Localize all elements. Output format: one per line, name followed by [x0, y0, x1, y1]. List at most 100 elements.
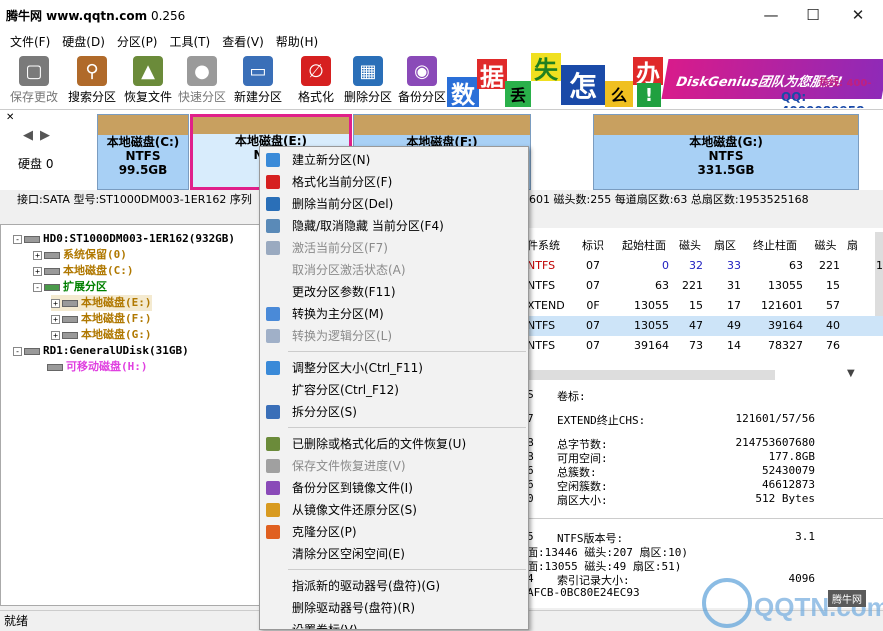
horizontal-scrollbar[interactable] [527, 370, 775, 380]
column-header[interactable]: 磁头 [811, 236, 840, 256]
table-cell: 14 [727, 339, 741, 352]
context-menu-item[interactable]: 设置卷标(V) [260, 619, 528, 629]
close-button[interactable]: ✕ [836, 0, 880, 30]
table-cell: 07 [586, 259, 600, 272]
scroll-right-icon[interactable]: ▼ [847, 368, 855, 379]
collapse-icon[interactable]: - [13, 346, 22, 356]
banner-char: 丢 [505, 81, 531, 107]
expand-icon[interactable]: + [51, 298, 60, 308]
context-menu-label: 备份分区到镜像文件(I) [292, 481, 413, 495]
expand-icon[interactable]: + [33, 266, 42, 276]
context-menu-item[interactable]: 删除驱动器号(盘符)(R) [260, 597, 528, 619]
disk-info-right: 601 磁头数:255 每道扇区数:63 总扇区数:1953525168 [529, 193, 809, 206]
table-row[interactable]: NTFS 07 39164 73 14 78327 76 [527, 336, 883, 356]
column-header[interactable]: 件系统 [527, 236, 567, 256]
column-header[interactable]: 终止柱面 [747, 236, 803, 256]
magnifier-icon: ⚲ [77, 56, 107, 86]
context-menu-label: 删除驱动器号(盘符)(R) [292, 601, 416, 615]
close-panel-icon[interactable]: ✕ [6, 112, 14, 123]
expand-icon[interactable]: + [51, 330, 60, 340]
context-menu-item[interactable]: 克隆分区(P) [260, 521, 528, 543]
toolbar-button-1[interactable]: ⚲ 搜索分区 [66, 56, 118, 106]
menu-disk[interactable]: 硬盘(D) [56, 33, 111, 50]
menu-bar: 文件(F) 硬盘(D) 分区(P) 工具(T) 查看(V) 帮助(H) [0, 30, 883, 52]
expand-icon[interactable]: + [51, 314, 60, 324]
quick-disk-icon: ● [187, 56, 217, 86]
toolbar-button-3[interactable]: ● 快速分区 [176, 56, 228, 106]
table-row[interactable]: XTEND 0F 13055 15 17 121601 57 [527, 296, 883, 316]
menu-partition[interactable]: 分区(P) [111, 33, 164, 50]
table-cell: NTFS [527, 259, 556, 272]
table-cell: 13055 [634, 319, 669, 332]
partition-bar-g[interactable]: 本地磁盘(G:) NTFS 331.5GB [593, 114, 859, 190]
partition-icon [62, 299, 78, 307]
context-menu-item[interactable]: 格式化当前分区(F) [260, 171, 528, 193]
tree-node-c[interactable]: + 本地磁盘(C:) [33, 263, 134, 279]
toolbar-button-4[interactable]: ▭ 新建分区 [232, 56, 284, 106]
detail-value: 46612873 [762, 478, 815, 491]
toolbar-button-5[interactable]: ∅ 格式化 [290, 56, 342, 106]
tree-node-e[interactable]: + 本地磁盘(E:) [51, 295, 152, 311]
context-menu-item[interactable]: 删除当前分区(Del) [260, 193, 528, 215]
maximize-button[interactable]: ☐ [791, 0, 835, 30]
context-menu-label: 转换为主分区(M) [292, 307, 384, 321]
toolbar-button-2[interactable]: ▲ 恢复文件 [122, 56, 174, 106]
toolbar-button-7[interactable]: ◉ 备份分区 [396, 56, 448, 106]
tree-node-system-reserved[interactable]: + 系统保留(0) [33, 247, 127, 263]
context-menu-item[interactable]: 隐藏/取消隐藏 当前分区(F4) [260, 215, 528, 237]
context-menu-item[interactable]: 保存文件恢复进度(V) [260, 455, 528, 477]
table-row[interactable]: NTFS 07 63 221 31 13055 15 [527, 276, 883, 296]
toolbar-button-0[interactable]: ▢ 保存更改 [8, 56, 60, 106]
menu-tools[interactable]: 工具(T) [164, 33, 217, 50]
context-menu-item[interactable]: 扩容分区(Ctrl_F12) [260, 379, 528, 401]
tree-node-hd0[interactable]: - HD0:ST1000DM003-1ER162(932GB) [13, 231, 235, 247]
context-menu-label: 建立新分区(N) [292, 153, 371, 167]
context-menu-item[interactable]: 调整分区大小(Ctrl_F11) [260, 357, 528, 379]
tree-node-extended[interactable]: - 扩展分区 [33, 279, 107, 295]
column-header[interactable]: 起始柱面 [619, 236, 669, 256]
column-header[interactable]: 扇 [847, 236, 883, 256]
tree-node-h[interactable]: 可移动磁盘(H:) [47, 359, 148, 375]
banner-ad[interactable]: 数 据 丢 失 怎 么 办 ! DiskGenius团队为您服务! 热线: 40… [447, 53, 883, 108]
new-partition-icon [266, 153, 280, 167]
toolbar-button-6[interactable]: ▦ 删除分区 [342, 56, 394, 106]
context-menu-item[interactable]: 激活当前分区(F7) [260, 237, 528, 259]
expand-icon[interactable]: + [33, 250, 42, 260]
table-cell: 39164 [634, 339, 669, 352]
menu-help[interactable]: 帮助(H) [270, 33, 324, 50]
column-header[interactable]: 扇区 [709, 236, 741, 256]
context-menu-item[interactable]: 转换为逻辑分区(L) [260, 325, 528, 347]
context-menu-item[interactable]: 更改分区参数(F11) [260, 281, 528, 303]
extended-partition-icon [44, 283, 60, 291]
context-menu-item[interactable]: 备份分区到镜像文件(I) [260, 477, 528, 499]
tree-node-f[interactable]: + 本地磁盘(F:) [51, 311, 152, 327]
table-cell: 39164 [768, 319, 803, 332]
toolbar-label: 搜索分区 [67, 90, 116, 104]
context-menu-item[interactable]: 拆分分区(S) [260, 401, 528, 423]
context-menu-item[interactable]: 从镜像文件还原分区(S) [260, 499, 528, 521]
menu-file[interactable]: 文件(F) [4, 33, 56, 50]
tree-node-rd1[interactable]: - RD1:GeneralUDisk(31GB) [13, 343, 189, 359]
context-menu-item[interactable]: 已删除或格式化后的文件恢复(U) [260, 433, 528, 455]
table-cell: 15 [689, 299, 703, 312]
collapse-icon[interactable]: - [33, 282, 42, 292]
table-cell: 0F [586, 299, 600, 312]
column-header[interactable]: 标识 [579, 236, 607, 256]
menu-separator [288, 569, 526, 570]
context-menu-item[interactable]: 指派新的驱动器号(盘符)(G) [260, 575, 528, 597]
collapse-icon[interactable]: - [13, 234, 22, 244]
context-menu-item[interactable]: 清除分区空闲空间(E) [260, 543, 528, 565]
detail-value: 512 Bytes [755, 492, 815, 505]
next-disk-arrow-icon[interactable]: ▶ [40, 128, 50, 143]
menu-view[interactable]: 查看(V) [216, 33, 270, 50]
context-menu-item[interactable]: 取消分区激活状态(A) [260, 259, 528, 281]
column-header[interactable]: 磁头 [677, 236, 703, 256]
context-menu-item[interactable]: 转换为主分区(M) [260, 303, 528, 325]
minimize-button[interactable]: — [749, 0, 793, 30]
table-row[interactable]: NTFS 07 13055 47 49 39164 40 [527, 316, 883, 336]
table-row[interactable]: NTFS 07 0 32 33 63 221 1 [527, 256, 883, 276]
prev-disk-arrow-icon[interactable]: ◀ [23, 128, 33, 143]
context-menu-item[interactable]: 建立新分区(N) [260, 149, 528, 171]
tree-node-g[interactable]: + 本地磁盘(G:) [51, 327, 152, 343]
partition-bar-c[interactable]: 本地磁盘(C:) NTFS 99.5GB [97, 114, 189, 190]
